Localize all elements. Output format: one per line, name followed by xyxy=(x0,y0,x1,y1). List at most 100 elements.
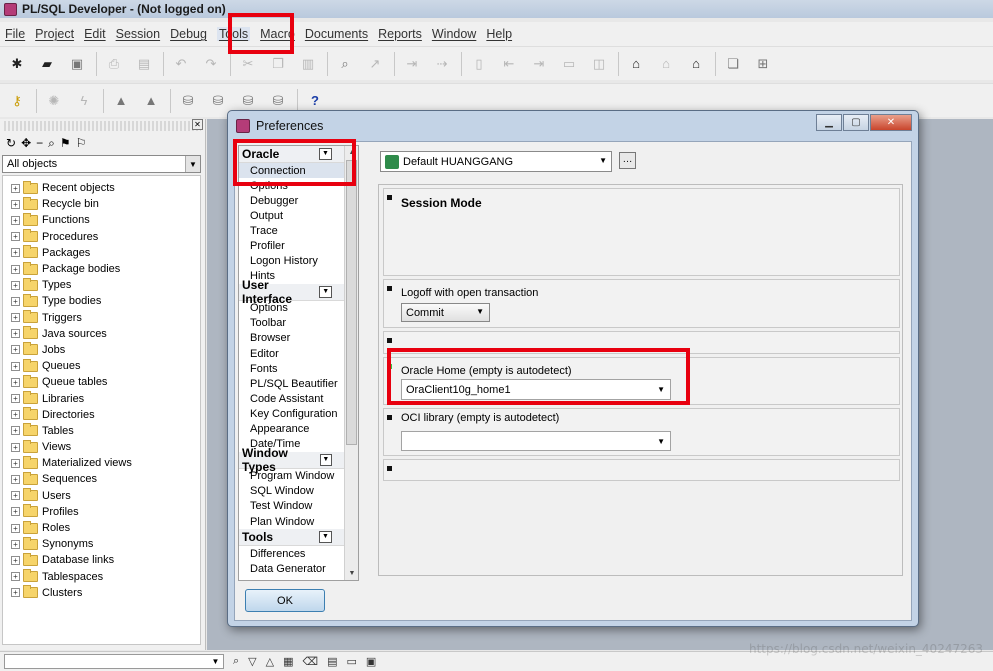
database-icon[interactable]: ⛁ xyxy=(177,90,199,112)
tree-item[interactable]: + Java sources xyxy=(3,326,200,342)
collapse-icon[interactable]: ▼ xyxy=(319,285,332,298)
category-group-user-interface[interactable]: User Interface ▼ xyxy=(239,278,346,306)
expand-icon[interactable]: + xyxy=(11,232,20,242)
connect-icon[interactable]: ⌂ xyxy=(625,53,647,75)
find-icon[interactable]: ⌕ xyxy=(334,53,356,75)
commit-icon[interactable]: ▲ xyxy=(110,90,132,112)
comment-icon[interactable]: ▭ xyxy=(558,53,580,75)
expand-icon[interactable]: + xyxy=(11,280,20,290)
tree-item[interactable]: + Triggers xyxy=(3,310,200,326)
category-item[interactable]: Program Window xyxy=(239,469,346,484)
category-item[interactable]: SQL Window xyxy=(239,484,346,499)
folder-icon[interactable]: ⚐ xyxy=(76,136,87,150)
panel-grip[interactable]: ✕ xyxy=(4,119,203,131)
redo-icon[interactable]: ↷ xyxy=(200,53,222,75)
expand-icon[interactable]: + xyxy=(11,539,20,549)
tree-item[interactable]: + Recent objects xyxy=(3,180,200,196)
lightning-icon[interactable]: ϟ xyxy=(73,90,95,112)
uncomment-icon[interactable]: ◫ xyxy=(588,53,610,75)
tree-item[interactable]: + Directories xyxy=(3,407,200,423)
find-up-icon[interactable]: △ xyxy=(266,655,274,668)
expand-icon[interactable]: + xyxy=(11,215,20,225)
find-down-icon[interactable]: ▽ xyxy=(248,655,256,668)
category-item[interactable]: Code Assistant xyxy=(239,391,346,406)
object-filter-select[interactable]: All objects ▼ xyxy=(2,155,201,173)
chevron-down-icon[interactable]: ▼ xyxy=(599,156,607,165)
tree-item[interactable]: + Profiles xyxy=(3,504,200,520)
chevron-down-icon[interactable]: ▼ xyxy=(185,156,200,172)
chevron-down-icon[interactable]: ▼ xyxy=(476,307,484,316)
category-item[interactable]: PL/SQL Beautifier xyxy=(239,376,346,391)
expand-icon[interactable]: + xyxy=(11,458,20,468)
refresh-icon[interactable]: ↻ xyxy=(6,136,16,150)
find-icon[interactable]: ⌕ xyxy=(48,136,55,151)
chevron-down-icon[interactable]: ▼ xyxy=(657,437,665,446)
session-icon[interactable]: ⌂ xyxy=(685,53,707,75)
chevron-down-icon[interactable]: ▼ xyxy=(208,655,223,668)
minimize-icon[interactable]: ▁ xyxy=(816,114,842,131)
category-item[interactable]: Debugger xyxy=(239,193,346,208)
menu-documents[interactable]: Documents xyxy=(305,27,368,41)
unindent-icon[interactable]: ⇥ xyxy=(528,53,550,75)
expand-icon[interactable]: + xyxy=(11,313,20,323)
tree-item[interactable]: + Libraries xyxy=(3,390,200,406)
category-item[interactable]: Toolbar xyxy=(239,316,346,331)
category-item[interactable]: Profiler xyxy=(239,238,346,253)
execute-icon[interactable]: ⇥ xyxy=(401,53,423,75)
highlight-icon[interactable]: ▦ xyxy=(283,655,293,668)
window-list-icon[interactable]: ❏ xyxy=(722,53,744,75)
category-item[interactable]: Data Generator xyxy=(239,561,346,576)
expand-icon[interactable]: + xyxy=(11,410,20,420)
category-item[interactable]: Test Window xyxy=(239,499,346,514)
document-icon[interactable]: ▯ xyxy=(468,53,490,75)
tree-item[interactable]: + Database links xyxy=(3,552,200,568)
category-group-window-types[interactable]: Window Types ▼ xyxy=(239,446,346,474)
category-scrollbar[interactable]: ▲ ▼ xyxy=(344,146,358,580)
paste-icon[interactable]: ▥ xyxy=(297,53,319,75)
close-icon[interactable]: ✕ xyxy=(870,114,912,131)
tree-item[interactable]: + Procedures xyxy=(3,229,200,245)
tree-item[interactable]: + Views xyxy=(3,439,200,455)
menu-project[interactable]: Project xyxy=(35,27,74,41)
category-item[interactable]: Trace xyxy=(239,223,346,238)
expand-icon[interactable]: + xyxy=(11,361,20,371)
category-item[interactable]: Logon History xyxy=(239,254,346,269)
category-item[interactable]: Output xyxy=(239,208,346,223)
scroll-thumb[interactable] xyxy=(346,160,357,445)
expand-icon[interactable]: + xyxy=(11,588,20,598)
database-4-icon[interactable]: ⛁ xyxy=(267,90,289,112)
tree-item[interactable]: + Package bodies xyxy=(3,261,200,277)
undo-icon[interactable]: ↶ xyxy=(170,53,192,75)
database-2-icon[interactable]: ⛁ xyxy=(207,90,229,112)
find-next-icon[interactable]: ↗ xyxy=(364,53,386,75)
key-icon[interactable]: ⚷ xyxy=(6,90,28,112)
step-icon[interactable]: ⇢ xyxy=(431,53,453,75)
case-icon[interactable]: ▤ xyxy=(327,655,337,668)
menu-reports[interactable]: Reports xyxy=(378,27,422,41)
maximize-icon[interactable]: ▢ xyxy=(843,114,869,131)
tree-item[interactable]: + Recycle bin xyxy=(3,196,200,212)
expand-icon[interactable]: + xyxy=(11,491,20,501)
tree-item[interactable]: + Functions xyxy=(3,212,200,228)
copy-icon[interactable]: ❐ xyxy=(267,53,289,75)
tree-item[interactable]: + Materialized views xyxy=(3,455,200,471)
oci-library-select[interactable]: ▼ xyxy=(401,431,671,451)
cut-icon[interactable]: ✂ xyxy=(237,53,259,75)
category-item[interactable]: Fonts xyxy=(239,361,346,376)
ok-button[interactable]: OK xyxy=(245,589,325,612)
expand-icon[interactable]: + xyxy=(11,426,20,436)
tree-item[interactable]: + Tablespaces xyxy=(3,569,200,585)
category-item[interactable]: Browser xyxy=(239,331,346,346)
indent-icon[interactable]: ⇤ xyxy=(498,53,520,75)
expand-icon[interactable]: + xyxy=(11,264,20,274)
tree-item[interactable]: + Queue tables xyxy=(3,374,200,390)
find-input[interactable]: ▼ xyxy=(4,654,224,669)
scroll-down-icon[interactable]: ▼ xyxy=(345,567,358,580)
category-group-tools[interactable]: Tools ▼ xyxy=(239,529,346,547)
binoculars-icon[interactable]: ⌕ xyxy=(233,655,239,668)
filter-icon[interactable]: ⚑ xyxy=(60,136,71,150)
remove-icon[interactable]: − xyxy=(36,136,43,150)
expand-icon[interactable]: + xyxy=(11,523,20,533)
compile-icon[interactable]: ✺ xyxy=(43,90,65,112)
tree-item[interactable]: + Users xyxy=(3,488,200,504)
